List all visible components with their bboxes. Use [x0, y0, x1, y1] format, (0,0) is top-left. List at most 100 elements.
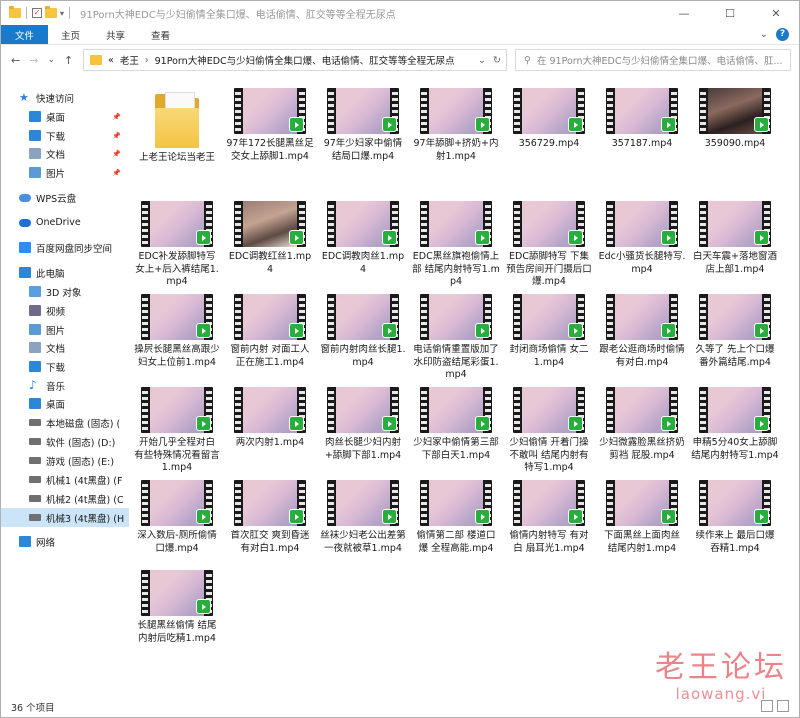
sidebar-item[interactable]: 下载: [1, 357, 129, 376]
sidebar-item[interactable]: 图片: [1, 320, 129, 339]
video-file-item[interactable]: 359090.mp4: [689, 88, 781, 151]
forward-button[interactable]: →: [29, 54, 38, 67]
sidebar-item[interactable]: 桌面 📌: [1, 107, 129, 126]
video-file-item[interactable]: 白天车震+落地窗酒店上部1.mp4: [689, 201, 781, 276]
download-icon: [29, 130, 41, 141]
video-file-item[interactable]: EDC调教肉丝1.mp4: [317, 201, 409, 276]
tab-file[interactable]: 文件: [1, 25, 49, 44]
video-file-item[interactable]: 357187.mp4: [596, 88, 688, 151]
video-file-item[interactable]: 丝袜少妇老公出差第一夜就被草1.mp4: [317, 480, 409, 555]
video-thumbnail: [606, 480, 678, 526]
sidebar-item[interactable]: ★ 快速访问: [1, 88, 129, 107]
sidebar-item[interactable]: 机械1 (4t黑盘) (F: [1, 470, 129, 489]
sidebar-item-label: WPS云盘: [36, 193, 77, 205]
sidebar-item[interactable]: 视频: [1, 301, 129, 320]
video-file-item[interactable]: EDC黑丝旗袍偷情上部 结尾内射特写1.mp4: [410, 201, 502, 289]
details-view-icon[interactable]: [761, 700, 773, 712]
video-file-item[interactable]: 久等了 先上个口爆番外篇结尾.mp4: [689, 294, 781, 369]
search-input[interactable]: ⚲ 在 91Porn大神EDC与少妇偷情全集口爆、电话偷情、肛...: [515, 49, 791, 71]
help-icon[interactable]: ?: [776, 28, 789, 41]
video-file-item[interactable]: 封闭商场偷情 女二1.mp4: [503, 294, 595, 369]
sidebar-item[interactable]: 文档: [1, 338, 129, 357]
folder-item[interactable]: 上老王论坛当老王: [131, 88, 223, 165]
expand-ribbon-icon[interactable]: ⌄: [760, 29, 768, 40]
sidebar-item[interactable]: 文档 📌: [1, 144, 129, 163]
video-file-item[interactable]: 续作来上 最后口爆吞精1.mp4: [689, 480, 781, 555]
video-file-item[interactable]: 偷情内射特写 有对白 扇耳光1.mp4: [503, 480, 595, 555]
sidebar-item[interactable]: 3D 对象: [1, 282, 129, 301]
breadcrumb-item[interactable]: 老王: [120, 53, 139, 67]
address-bar[interactable]: « 老王 › 91Porn大神EDC与少妇偷情全集口爆、电话偷情、肛交等等全程无…: [83, 49, 507, 71]
video-file-item[interactable]: EDC补发舔脚特写 女上+后入裤结尾1.mp4: [131, 201, 223, 289]
video-file-item[interactable]: 肉丝长腿少妇内射+舔脚下部1.mp4: [317, 387, 409, 462]
video-file-item[interactable]: 申精5分40女上舔脚结尾内射特写1.mp4: [689, 387, 781, 462]
video-file-item[interactable]: EDC调教红丝1.mp4: [224, 201, 316, 276]
sidebar-item[interactable]: 百度网盘同步空间: [1, 238, 129, 257]
tab-share[interactable]: 共享: [93, 25, 138, 44]
sidebar-item-label: 百度网盘同步空间: [36, 243, 113, 255]
sidebar-item[interactable]: 游戏 (固态) (E:): [1, 451, 129, 470]
sidebar-item[interactable]: 软件 (固态) (D:): [1, 432, 129, 451]
video-file-item[interactable]: 深入数后-厕所偷情口爆.mp4: [131, 480, 223, 555]
recent-locations-button[interactable]: ⌄: [47, 55, 55, 65]
video-file-item[interactable]: 97年舔脚+挤奶+内射1.mp4: [410, 88, 502, 163]
video-file-item[interactable]: EDC舔脚特写 下集预告房间开门摄后口爆.mp4: [503, 201, 595, 289]
breadcrumb-item[interactable]: 91Porn大神EDC与少妇偷情全集口爆、电话偷情、肛交等等全程无尿点: [155, 53, 455, 67]
file-name: 97年172长腿黑丝足交女上舔脚1.mp4: [226, 138, 314, 162]
video-file-item[interactable]: 操屄长腿黑丝高跟少妇女上位前1.mp4: [131, 294, 223, 369]
sidebar-item[interactable]: 网络: [1, 532, 129, 551]
tab-home[interactable]: 主页: [48, 25, 93, 44]
video-file-item[interactable]: 356729.mp4: [503, 88, 595, 151]
sidebar-item[interactable]: 下载 📌: [1, 126, 129, 145]
video-file-item[interactable]: 开始几乎全程对白 有些特殊情况看留言1.mp4: [131, 387, 223, 475]
sidebar-item[interactable]: OneDrive: [1, 213, 129, 232]
sidebar-item[interactable]: 桌面: [1, 394, 129, 413]
large-icons-view-icon[interactable]: [777, 700, 789, 712]
navigation-pane[interactable]: ★ 快速访问 桌面 📌 下载 📌 文档 📌 图片 📌 WPS云盘 OneDrive 百度网盘同步空间此电…: [1, 81, 129, 696]
video-file-item[interactable]: 窗前内射肉丝长腿1.mp4: [317, 294, 409, 369]
video-file-item[interactable]: 偷情第二部 楼道口爆 全程高能.mp4: [410, 480, 502, 555]
video-file-item[interactable]: 97年少妇家中偷情结局口爆.mp4: [317, 88, 409, 163]
play-badge-icon: [661, 117, 676, 132]
breadcrumb-separator[interactable]: ›: [145, 55, 149, 66]
refresh-icon[interactable]: ↻: [493, 55, 501, 66]
video-file-item[interactable]: 97年172长腿黑丝足交女上舔脚1.mp4: [224, 88, 316, 163]
sidebar-item[interactable]: 本地磁盘 (固态) (: [1, 413, 129, 432]
video-file-item[interactable]: 少妇微露脸黑丝挤奶剪裆 屁股.mp4: [596, 387, 688, 462]
close-button[interactable]: ✕: [753, 1, 799, 25]
up-button[interactable]: ↑: [64, 54, 73, 67]
sidebar-item[interactable]: ♪ 音乐: [1, 376, 129, 395]
video-thumbnail: [420, 480, 492, 526]
minimize-button[interactable]: —: [661, 1, 707, 25]
sidebar-item[interactable]: 机械3 (4t黑盘) (H: [1, 508, 129, 527]
back-button[interactable]: ←: [11, 54, 20, 67]
video-file-item[interactable]: 少妇偷情 开着门操不敢叫 结尾内射有特写1.mp4: [503, 387, 595, 475]
drive-icon: [29, 438, 41, 445]
play-badge-icon: [661, 509, 676, 524]
video-file-item[interactable]: 长腿黑丝偷情 结尾内射后吃精1.mp4: [131, 570, 223, 645]
tab-view[interactable]: 查看: [138, 25, 183, 44]
address-dropdown-icon[interactable]: ⌄: [478, 55, 486, 66]
video-thumbnail: [141, 201, 213, 247]
video-file-item[interactable]: 首次肛交 爽到昏迷 有对白1.mp4: [224, 480, 316, 555]
video-file-item[interactable]: 窗前内射 对面工人正在施工1.mp4: [224, 294, 316, 369]
video-file-item[interactable]: 下面黑丝上面肉丝 结尾内射1.mp4: [596, 480, 688, 555]
video-file-item[interactable]: 电话偷情重置版加了水印防盗结尾彩蛋1.mp4: [410, 294, 502, 382]
sidebar-item[interactable]: 图片 📌: [1, 163, 129, 182]
video-file-item[interactable]: 跟老公逛商场时偷情 有对白.mp4: [596, 294, 688, 369]
video-file-item[interactable]: 两次内射1.mp4: [224, 387, 316, 450]
sidebar-item[interactable]: 此电脑: [1, 263, 129, 282]
customize-toolbar-icon[interactable]: ▾: [60, 9, 64, 18]
sidebar-item[interactable]: WPS云盘: [1, 188, 129, 207]
video-file-item[interactable]: 少妇家中偷情第三部 下部白天1.mp4: [410, 387, 502, 462]
file-name: 窗前内射 对面工人正在施工1.mp4: [230, 344, 310, 368]
sidebar-item[interactable]: 机械2 (4t黑盘) (C: [1, 489, 129, 508]
video-file-item[interactable]: Edc小骚货长腿特写.mp4: [596, 201, 688, 276]
properties-icon[interactable]: ✓: [32, 8, 42, 18]
new-folder-icon[interactable]: [45, 6, 57, 18]
file-name: 两次内射1.mp4: [235, 437, 305, 448]
file-name: 久等了 先上个口爆番外篇结尾.mp4: [695, 344, 775, 368]
file-name: 封闭商场偷情 女二1.mp4: [509, 344, 589, 368]
maximize-button[interactable]: ☐: [707, 1, 753, 25]
breadcrumb-overflow[interactable]: «: [108, 55, 114, 66]
